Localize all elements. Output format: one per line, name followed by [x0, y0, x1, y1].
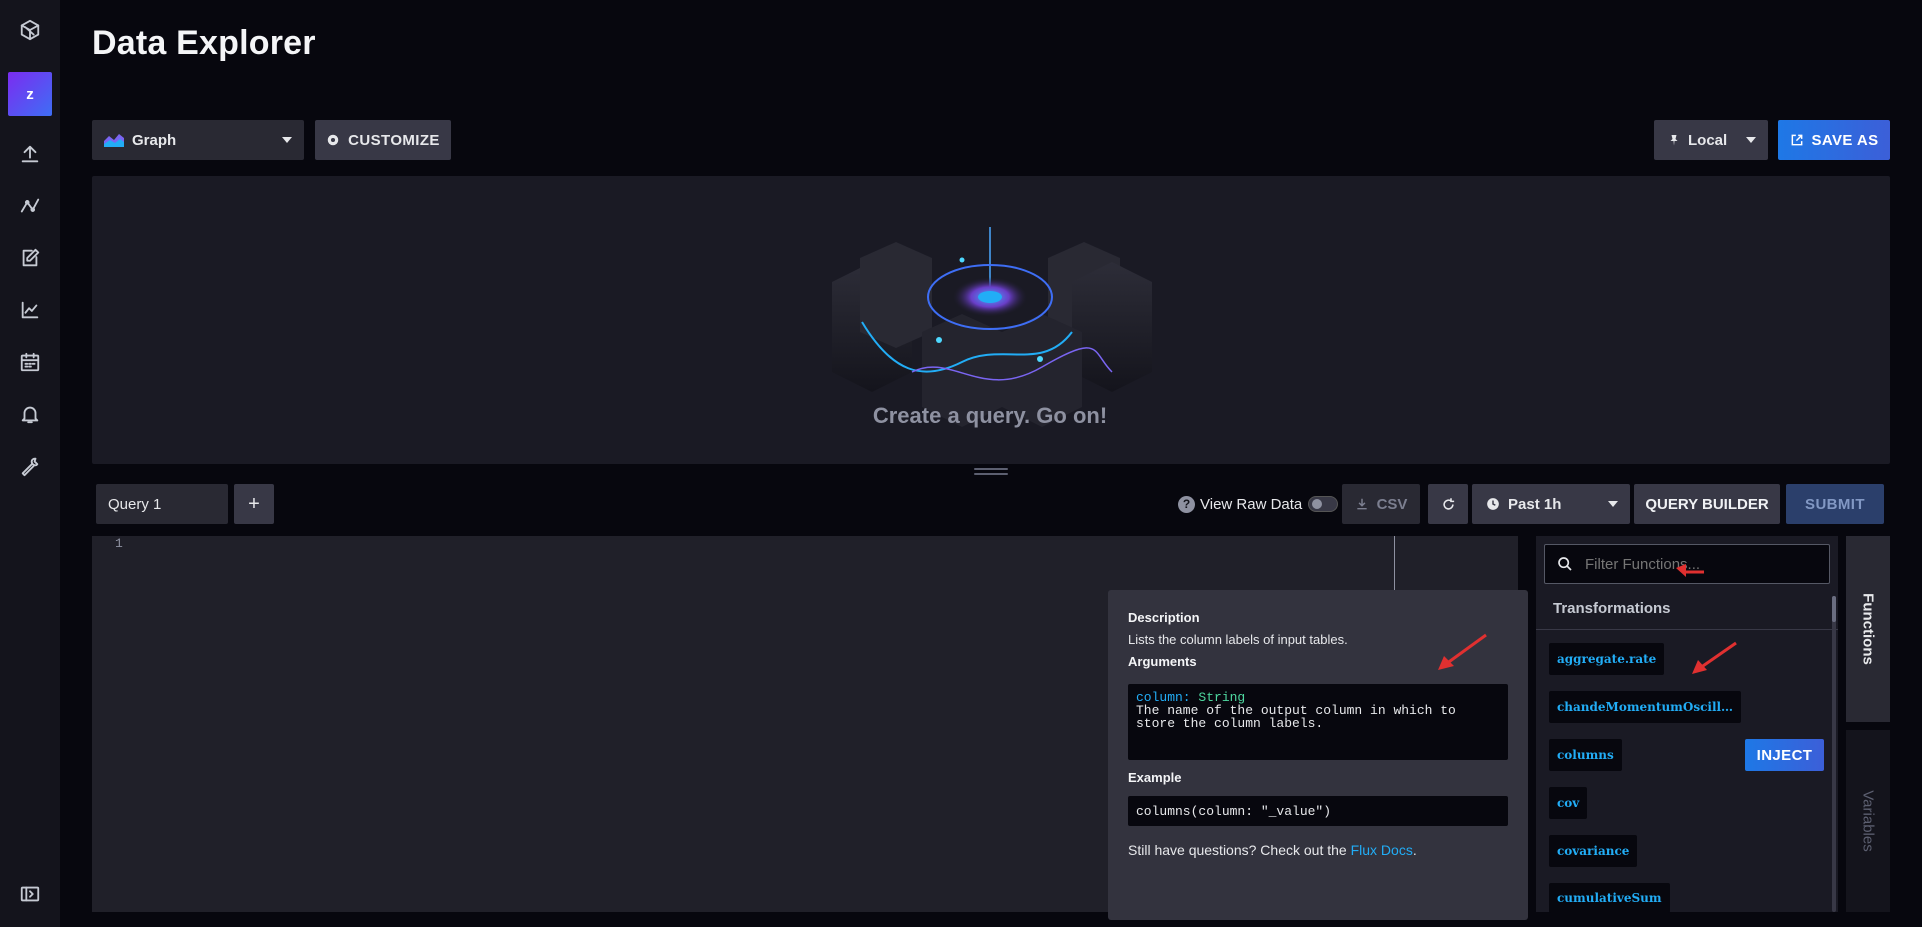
view-type-label: Graph	[132, 131, 177, 149]
customize-button[interactable]: CUSTOMIZE	[315, 120, 451, 160]
timezone-dropdown[interactable]: Local	[1654, 120, 1768, 160]
function-item[interactable]: covariance	[1549, 835, 1638, 867]
submit-button[interactable]: SUBMIT	[1786, 484, 1884, 524]
query-builder-button[interactable]: QUERY BUILDER	[1634, 484, 1780, 524]
empty-graph-message: Create a query. Go on!	[872, 403, 1108, 428]
resize-handle[interactable]	[974, 468, 1008, 476]
flux-docs-link[interactable]: Flux Docs	[1351, 842, 1413, 858]
wrench-icon[interactable]	[18, 454, 42, 478]
org-avatar[interactable]: z	[8, 72, 52, 116]
clock-icon	[1487, 498, 1499, 510]
export-icon	[1791, 134, 1802, 146]
csv-label: CSV	[1376, 495, 1408, 513]
description-heading: Description	[1128, 610, 1200, 625]
view-raw-data-label: View Raw Data	[1200, 495, 1303, 513]
help-text-prefix: Still have questions? Check out the	[1128, 842, 1347, 858]
chevron-down-icon	[282, 137, 292, 143]
annotation-arrow-icon	[1438, 633, 1487, 670]
sidebar-toggle-icon[interactable]	[18, 882, 42, 906]
description-text: Lists the column labels of input tables.	[1128, 632, 1348, 647]
refresh-button[interactable]	[1428, 484, 1468, 524]
bell-icon[interactable]	[18, 402, 42, 426]
query-builder-label: QUERY BUILDER	[1645, 495, 1769, 513]
help-text-end: .	[1412, 842, 1417, 858]
arguments-box: column: String The name of the output co…	[1128, 684, 1508, 760]
view-raw-data-control: ? View Raw Data	[1178, 494, 1339, 514]
function-item[interactable]: aggregate.rate	[1549, 643, 1665, 675]
view-raw-data-toggle[interactable]	[1308, 496, 1339, 512]
chevron-down-icon	[1746, 137, 1756, 143]
empty-graph-illustration	[832, 227, 1152, 427]
time-range-dropdown[interactable]: Past 1h	[1472, 484, 1630, 524]
upload-icon[interactable]	[18, 142, 42, 166]
query-tab[interactable]: Query 1	[96, 484, 228, 524]
functions-scrollbar[interactable]	[1832, 596, 1836, 912]
calendar-icon[interactable]	[18, 350, 42, 374]
query-tab-label: Query 1	[108, 495, 162, 513]
timezone-label: Local	[1688, 131, 1728, 149]
function-item[interactable]: chandeMomentumOscill…	[1549, 691, 1742, 723]
scrollbar-thumb[interactable]	[1832, 596, 1836, 622]
refresh-icon	[1442, 497, 1454, 510]
customize-label: CUSTOMIZE	[348, 131, 440, 149]
tab-variables[interactable]: Variables	[1846, 730, 1890, 912]
category-title: Transformations	[1553, 600, 1671, 617]
time-range-label: Past 1h	[1508, 495, 1562, 513]
example-heading: Example	[1128, 770, 1182, 785]
csv-download-button[interactable]: CSV	[1342, 484, 1420, 524]
chevron-down-icon	[1608, 501, 1618, 507]
tab-variables-label: Variables	[1859, 790, 1877, 852]
add-query-button[interactable]: +	[234, 484, 274, 524]
graph-type-icon	[104, 134, 124, 147]
arguments-heading: Arguments	[1128, 654, 1197, 669]
editor-ruler	[1394, 536, 1395, 594]
annotation-arrow-icon	[1692, 641, 1737, 674]
tab-functions-label: Functions	[1859, 593, 1877, 665]
search-icon	[1558, 557, 1572, 571]
arg-description-line: store the column labels.	[1136, 716, 1324, 731]
dashboard-graph-icon[interactable]	[18, 298, 42, 322]
flows-icon[interactable]	[18, 194, 42, 218]
save-as-button[interactable]: SAVE AS	[1778, 120, 1890, 160]
influx-logo-icon[interactable]	[18, 18, 42, 42]
left-nav: z	[0, 0, 60, 927]
submit-label: SUBMIT	[1805, 495, 1865, 513]
pin-icon	[1670, 135, 1678, 146]
inject-label: INJECT	[1756, 746, 1813, 764]
view-type-dropdown[interactable]: Graph	[92, 120, 304, 160]
gear-icon	[327, 134, 339, 146]
org-initial: z	[26, 85, 34, 103]
function-item[interactable]: columns	[1549, 739, 1622, 771]
function-item[interactable]: cov	[1549, 787, 1588, 819]
save-as-label: SAVE AS	[1811, 131, 1879, 149]
line-number: 1	[115, 536, 123, 551]
example-code: columns(column: "_value")	[1128, 796, 1508, 826]
page-title: Data Explorer	[92, 24, 316, 62]
help-text: Still have questions? Check out the Flux…	[1128, 842, 1417, 858]
inject-button[interactable]: INJECT	[1745, 739, 1824, 771]
category-divider	[1536, 629, 1838, 630]
tab-functions[interactable]: Functions	[1846, 536, 1890, 722]
plus-icon: +	[248, 492, 260, 515]
function-item[interactable]: cumulativeSum	[1549, 883, 1670, 913]
annotation-arrow-icon	[1676, 564, 1704, 577]
help-icon[interactable]: ?	[1178, 495, 1195, 513]
download-icon	[1356, 498, 1367, 510]
notebook-icon[interactable]	[18, 246, 42, 270]
